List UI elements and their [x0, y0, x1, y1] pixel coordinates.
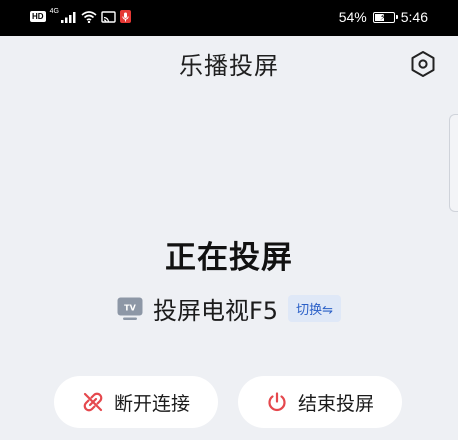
disconnect-button[interactable]: 断开连接 [54, 376, 218, 428]
screen-cast-icon [101, 10, 116, 23]
device-name: 投屏电视F5 [153, 297, 279, 325]
hd-badge: HD [30, 11, 46, 22]
microphone-icon [119, 10, 131, 23]
status-bar-left: HD 4G [30, 8, 131, 23]
battery-icon: ⚡ [372, 11, 398, 23]
device-row: TV 投屏电视F5 切换⇋ [0, 291, 458, 326]
side-drawer-handle[interactable] [449, 114, 458, 212]
unlink-icon [83, 392, 103, 412]
tv-icon-label: TV [124, 303, 136, 312]
page-title: 乐播投屏 [179, 52, 279, 80]
charging-icon: ⚡ [379, 11, 387, 22]
settings-hexagon-icon[interactable] [410, 50, 436, 78]
tv-icon: TV [117, 297, 143, 320]
power-icon [268, 392, 286, 412]
status-bar: HD 4G 54% ⚡ 5:46 [0, 0, 458, 36]
clock: 5:46 [400, 9, 428, 25]
disconnect-label: 断开连接 [113, 392, 190, 415]
network-type: 4G [49, 8, 59, 15]
stop-casting-label: 结束投屏 [297, 392, 374, 415]
casting-status: 正在投屏 [165, 240, 293, 276]
status-bar-right: 54% ⚡ 5:46 [339, 9, 428, 25]
battery-percent: 54% [338, 9, 367, 25]
switch-device-button[interactable]: 切换⇋ [288, 295, 341, 322]
wifi-icon [81, 10, 97, 23]
signal-icon [60, 11, 76, 23]
stop-casting-button[interactable]: 结束投屏 [238, 376, 402, 428]
